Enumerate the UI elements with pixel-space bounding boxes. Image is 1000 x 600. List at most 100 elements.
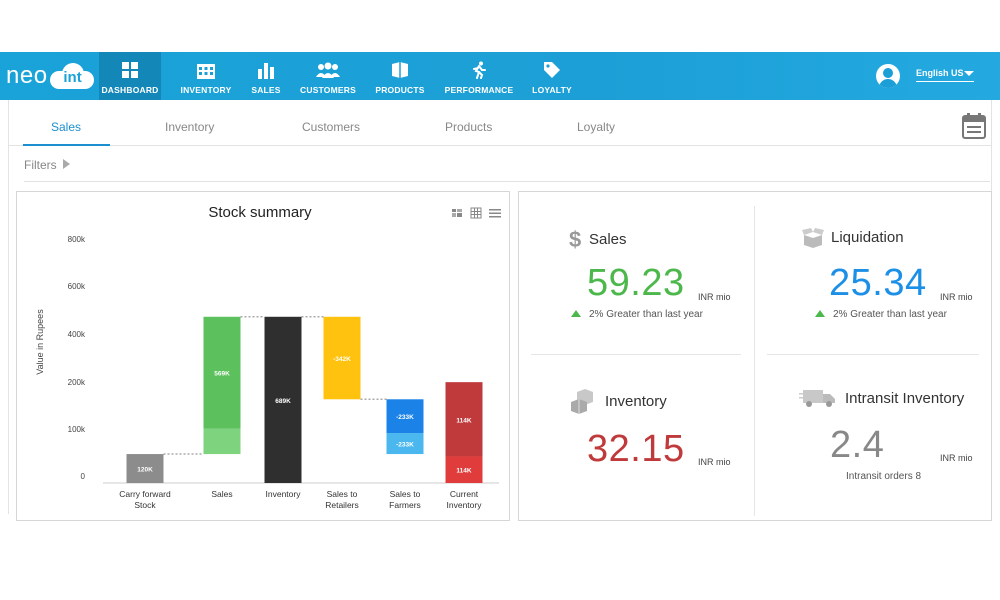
kpi-liquidation-header: Liquidation bbox=[801, 226, 904, 248]
kpi-inventory-title: Inventory bbox=[605, 392, 667, 410]
tab-inventory[interactable]: Inventory bbox=[165, 120, 214, 134]
divider bbox=[24, 181, 990, 182]
tag-icon bbox=[543, 61, 561, 79]
caret-down-icon bbox=[964, 71, 974, 76]
bar-data-label: 114K bbox=[456, 468, 471, 475]
kpi-intransit-header: Intransit Inventory bbox=[799, 388, 964, 408]
nav-label: SALES bbox=[251, 85, 281, 95]
filters-label: Filters bbox=[24, 158, 57, 172]
nav-label: LOYALTY bbox=[532, 85, 572, 95]
kpi-inventory-unit: INR mio bbox=[698, 457, 731, 467]
nav-inventory[interactable]: INVENTORY bbox=[176, 52, 236, 100]
nav-label: CUSTOMERS bbox=[300, 85, 356, 95]
kpi-divider-horizontal bbox=[767, 354, 979, 355]
svg-text:$: $ bbox=[569, 228, 581, 250]
kpi-sales-unit: INR mio bbox=[698, 292, 731, 302]
calendar-icon[interactable] bbox=[962, 113, 986, 139]
user-avatar-icon[interactable] bbox=[876, 64, 900, 88]
bar-data-label: 689K bbox=[275, 398, 291, 405]
x-category-label: Sales to bbox=[327, 489, 358, 499]
kpi-liquidation-value: 25.34 bbox=[829, 262, 927, 304]
y-tick-label: 600k bbox=[68, 282, 86, 291]
kpi-sales-note: 2% Greater than last year bbox=[571, 309, 703, 320]
x-category-label: Carry forward bbox=[119, 489, 171, 499]
kpi-inventory-header: Inventory bbox=[569, 388, 667, 414]
runner-icon bbox=[470, 61, 488, 79]
bar-data-label: -233K bbox=[396, 414, 414, 421]
nav-performance[interactable]: PERFORMANCE bbox=[444, 52, 514, 100]
y-axis-label: Value in Rupees bbox=[35, 309, 45, 375]
nav-sales[interactable]: SALES bbox=[248, 52, 284, 100]
nav-label: DASHBOARD bbox=[101, 85, 159, 95]
nav-customers[interactable]: CUSTOMERS bbox=[298, 52, 358, 100]
x-category-label: Inventory bbox=[266, 489, 302, 499]
x-category-label: Sales bbox=[211, 489, 232, 499]
logo-text: neo bbox=[6, 62, 48, 89]
y-tick-label: 100k bbox=[68, 425, 86, 434]
x-category-label: Inventory bbox=[447, 500, 483, 510]
kpi-card: $ Sales 59.23 INR mio 2% Greater than la… bbox=[518, 191, 992, 521]
open-box-icon bbox=[802, 228, 824, 248]
language-label: English US bbox=[916, 68, 964, 78]
tab-products[interactable]: Products bbox=[445, 120, 492, 134]
tab-customers[interactable]: Customers bbox=[302, 120, 360, 134]
bar-data-label: 114K bbox=[456, 417, 471, 424]
tab-sales[interactable]: Sales bbox=[51, 120, 81, 134]
kpi-liquidation-unit: INR mio bbox=[940, 292, 973, 302]
y-tick-label: 800k bbox=[68, 235, 86, 244]
x-category-label: Sales to bbox=[390, 489, 421, 499]
top-navigation-bar: neo int DASHBOARD INVENTORY SALES CUSTOM… bbox=[0, 52, 1000, 100]
kpi-sales-header: $ Sales bbox=[569, 228, 627, 250]
kpi-intransit-unit: INR mio bbox=[940, 453, 973, 463]
y-tick-label: 200k bbox=[68, 378, 86, 387]
bar-chart-icon bbox=[257, 61, 275, 79]
waterfall-chart: Value in Rupees 0 100k 200k 400k 600k 800k 120K… bbox=[35, 235, 499, 510]
kpi-intransit-value: 2.4 bbox=[830, 424, 885, 466]
boxes-icon bbox=[571, 389, 593, 414]
x-category-label: Stock bbox=[134, 500, 156, 510]
bar-data-label: -342K bbox=[333, 356, 351, 363]
x-category-label: Farmers bbox=[389, 500, 421, 510]
neoint-logo[interactable]: neo int bbox=[6, 62, 94, 90]
bar-data-label: -233K bbox=[396, 442, 414, 449]
building-icon bbox=[196, 61, 216, 79]
nav-dashboard[interactable]: DASHBOARD bbox=[99, 52, 161, 100]
tab-loyalty[interactable]: Loyalty bbox=[577, 120, 615, 134]
nav-label: PERFORMANCE bbox=[444, 85, 514, 95]
bar-data-label: 569K bbox=[214, 371, 230, 378]
dashboard-icon bbox=[121, 61, 139, 79]
y-tick-label: 400k bbox=[68, 330, 86, 339]
dollar-icon: $ bbox=[569, 228, 581, 250]
nav-products[interactable]: PRODUCTS bbox=[374, 52, 426, 100]
nav-label: PRODUCTS bbox=[375, 85, 425, 95]
logo-badge-text: int bbox=[63, 69, 82, 86]
kpi-inventory-value: 32.15 bbox=[587, 428, 685, 470]
language-selector[interactable]: English US bbox=[916, 68, 974, 82]
filters-toggle[interactable]: Filters bbox=[24, 158, 70, 172]
cloud-icon: int bbox=[49, 63, 94, 89]
kpi-divider-vertical bbox=[754, 206, 755, 516]
kpi-divider-horizontal bbox=[531, 354, 741, 355]
active-tab-indicator bbox=[23, 144, 110, 146]
triangle-up-icon bbox=[815, 310, 825, 317]
triangle-right-icon bbox=[62, 159, 70, 169]
bar-data-label: 120K bbox=[137, 467, 153, 474]
kpi-liquidation-title: Liquidation bbox=[831, 228, 904, 246]
kpi-liquidation-note: 2% Greater than last year bbox=[815, 309, 947, 320]
nav-label: INVENTORY bbox=[180, 85, 232, 95]
sub-tabs: Sales Inventory Customers Products Loyal… bbox=[9, 106, 991, 146]
kpi-sales-value: 59.23 bbox=[587, 262, 685, 304]
stock-summary-card: Stock summary Value in Rupees 0 100k 200k 40… bbox=[16, 191, 510, 521]
kpi-sales-title: Sales bbox=[589, 230, 627, 248]
triangle-up-icon bbox=[571, 310, 581, 317]
nav-loyalty[interactable]: LOYALTY bbox=[532, 52, 572, 100]
kpi-sales-note-text: 2% Greater than last year bbox=[589, 309, 703, 320]
kpi-liquidation-note-text: 2% Greater than last year bbox=[833, 309, 947, 320]
bar-segment bbox=[203, 428, 241, 455]
x-category-label: Current bbox=[450, 489, 479, 499]
x-category-label: Retailers bbox=[325, 500, 359, 510]
kpi-intransit-note: Intransit orders 8 bbox=[846, 471, 922, 482]
box-icon bbox=[390, 61, 410, 79]
y-tick-label: 0 bbox=[81, 472, 86, 481]
people-icon bbox=[315, 61, 341, 79]
